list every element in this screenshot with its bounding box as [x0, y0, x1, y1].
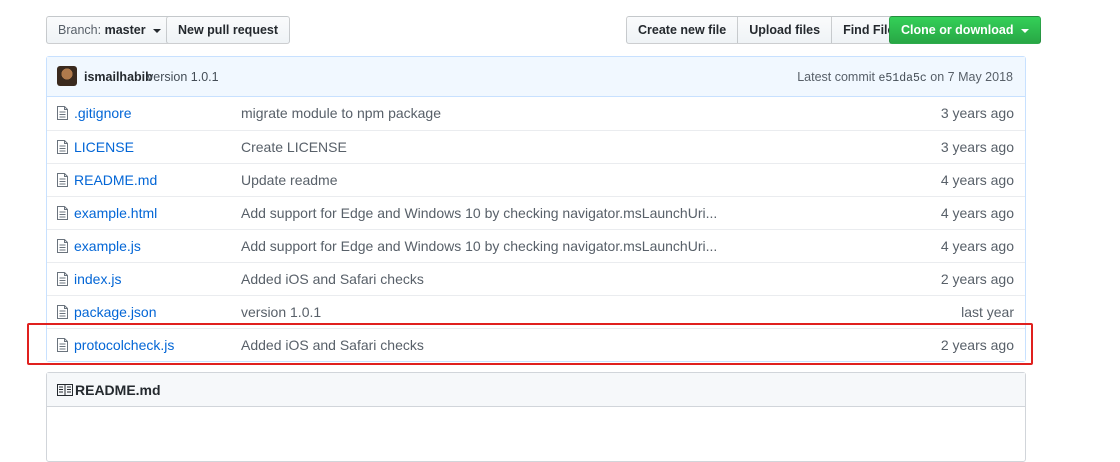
file-age: 3 years ago — [940, 139, 1014, 155]
file-icon — [57, 305, 68, 319]
file-row[interactable]: example.js Add support for Edge and Windo… — [47, 229, 1025, 262]
clone-or-download-button[interactable]: Clone or download — [889, 16, 1041, 44]
file-row[interactable]: README.md Update readme 4 years ago — [47, 163, 1025, 196]
file-name-link[interactable]: protocolcheck.js — [74, 337, 174, 353]
file-list: ismailhabib version 1.0.1 Latest commit … — [46, 56, 1026, 362]
commit-date: on 7 May 2018 — [930, 70, 1013, 84]
file-commit-message-link[interactable]: Add support for Edge and Windows 10 by c… — [241, 238, 717, 254]
avatar[interactable] — [57, 66, 77, 86]
file-row[interactable]: .gitignore migrate module to npm package 3… — [47, 97, 1025, 130]
latest-commit-info: Latest commit e51da5c on 7 May 2018 — [797, 70, 1013, 85]
file-row[interactable]: example.html Add support for Edge and Win… — [47, 196, 1025, 229]
file-age: 2 years ago — [940, 337, 1014, 353]
file-icon — [57, 239, 68, 253]
file-age: 4 years ago — [940, 205, 1014, 221]
branch-name: master — [104, 23, 146, 37]
file-name-link[interactable]: README.md — [74, 172, 157, 188]
commit-sha-link[interactable]: e51da5c — [879, 72, 927, 85]
file-row[interactable]: protocolcheck.js Added iOS and Safari che… — [47, 328, 1025, 361]
file-name-link[interactable]: example.html — [74, 205, 157, 221]
file-name-link[interactable]: index.js — [74, 271, 121, 287]
create-new-file-button[interactable]: Create new file — [626, 16, 739, 44]
branch-select-button[interactable]: Branch: master — [46, 16, 174, 44]
file-name-link[interactable]: package.json — [74, 304, 157, 320]
branch-prefix: Branch: — [58, 23, 102, 37]
file-commit-message-link[interactable]: Added iOS and Safari checks — [241, 271, 424, 287]
file-commit-message-link[interactable]: Update readme — [241, 172, 338, 188]
chevron-down-icon — [1020, 28, 1029, 33]
file-navigation: Branch: master New pull request Create n… — [46, 16, 1041, 44]
file-actions-group: Create new file Upload files Find File — [626, 16, 907, 44]
clone-or-download-label: Clone or download — [901, 23, 1014, 37]
commit-message-link[interactable]: version 1.0.1 — [147, 70, 219, 84]
readme-header: README.md — [47, 373, 1025, 407]
readme-box: README.md — [46, 372, 1026, 462]
readme-title: README.md — [75, 382, 161, 398]
file-icon — [57, 338, 68, 352]
latest-commit-bar: ismailhabib version 1.0.1 Latest commit … — [47, 57, 1025, 97]
upload-files-button[interactable]: Upload files — [737, 16, 833, 44]
file-icon — [57, 140, 68, 154]
commit-author-link[interactable]: ismailhabib — [84, 70, 153, 84]
file-commit-message-link[interactable]: Add support for Edge and Windows 10 by c… — [241, 205, 717, 221]
file-name-link[interactable]: .gitignore — [74, 105, 132, 121]
file-commit-message-link[interactable]: Create LICENSE — [241, 139, 347, 155]
file-commit-message-link[interactable]: migrate module to npm package — [241, 105, 441, 121]
file-commit-message-link[interactable]: Added iOS and Safari checks — [241, 337, 424, 353]
file-age: 4 years ago — [940, 172, 1014, 188]
file-icon — [57, 173, 68, 187]
file-name-link[interactable]: LICENSE — [74, 139, 134, 155]
book-icon — [57, 384, 73, 396]
chevron-down-icon — [153, 28, 162, 33]
file-commit-message-link[interactable]: version 1.0.1 — [241, 304, 321, 320]
file-age: 3 years ago — [940, 105, 1014, 121]
file-icon — [57, 106, 68, 120]
file-rows: .gitignore migrate module to npm package 3… — [47, 97, 1025, 361]
new-pull-request-button[interactable]: New pull request — [166, 16, 291, 44]
file-icon — [57, 272, 68, 286]
latest-commit-label: Latest commit — [797, 70, 876, 84]
file-age: 4 years ago — [940, 238, 1014, 254]
file-name-link[interactable]: example.js — [74, 238, 141, 254]
file-row[interactable]: LICENSE Create LICENSE 3 years ago — [47, 130, 1025, 163]
file-age: last year — [961, 304, 1014, 320]
file-age: 2 years ago — [940, 271, 1014, 287]
file-row[interactable]: package.json version 1.0.1 last year — [47, 295, 1025, 328]
file-row[interactable]: index.js Added iOS and Safari checks 2 yea… — [47, 262, 1025, 295]
file-icon — [57, 206, 68, 220]
